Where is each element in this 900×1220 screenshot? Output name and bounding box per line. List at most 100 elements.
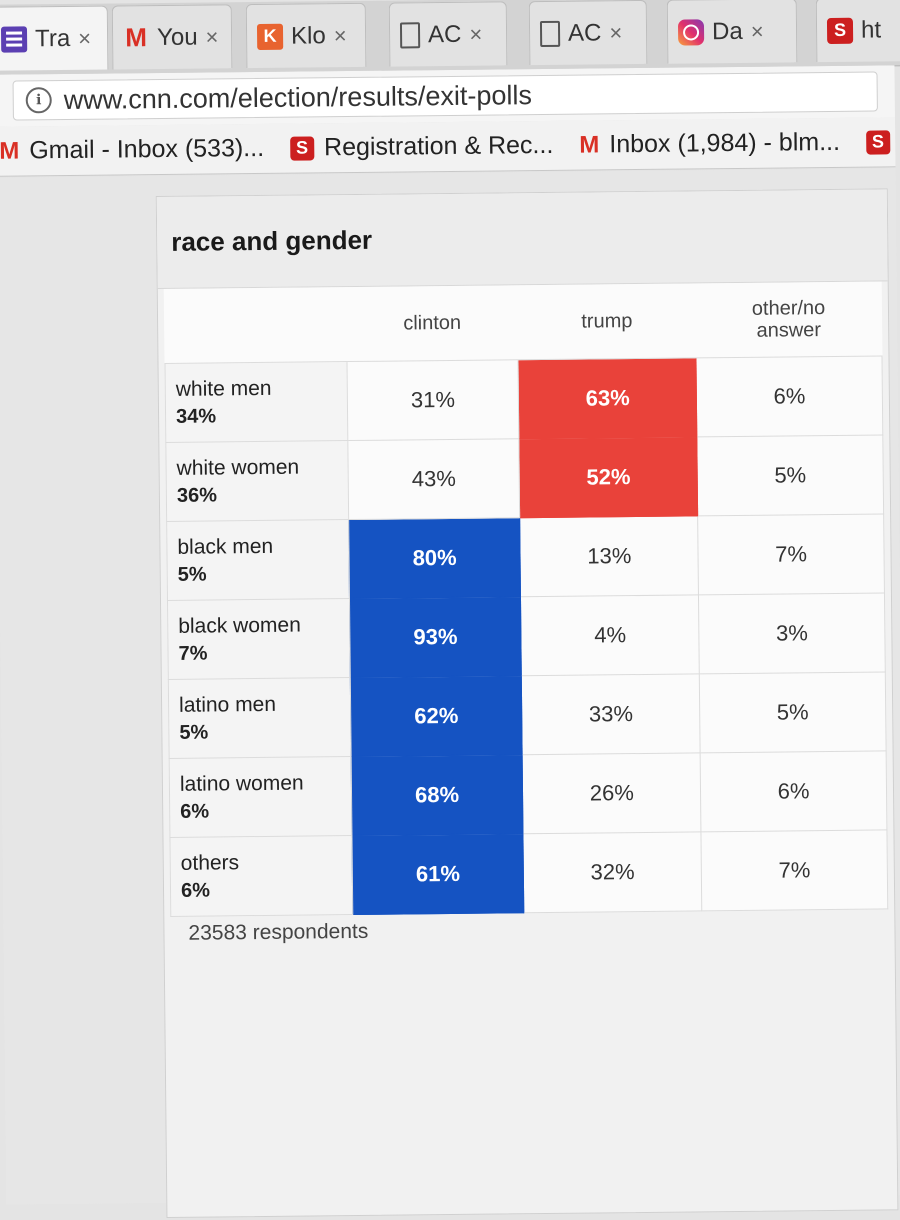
trump-value: 26% bbox=[522, 752, 702, 834]
trump-value: 52% bbox=[519, 436, 698, 518]
group-share: 6% bbox=[180, 800, 210, 823]
bookmark-label: Inbox (1,984) - blm... bbox=[609, 127, 841, 159]
group-cell: latino women 6% bbox=[169, 756, 352, 838]
column-header-trump: trump bbox=[517, 283, 697, 360]
close-icon[interactable]: × bbox=[205, 24, 218, 50]
document-icon bbox=[399, 21, 421, 48]
tab-label: You bbox=[156, 23, 198, 51]
group-share: 7% bbox=[178, 642, 208, 665]
bookmark-registration[interactable]: S Registration & Rec... bbox=[289, 130, 554, 163]
group-label: latino women bbox=[179, 771, 304, 796]
url-text[interactable]: www.cnn.com/election/results/exit-polls bbox=[64, 80, 532, 116]
address-bar: i www.cnn.com/election/results/exit-poll… bbox=[0, 65, 895, 127]
bookmark-label: Registration & Rec... bbox=[323, 130, 554, 162]
table-row: others 6% 61% 32% 7% bbox=[169, 829, 888, 917]
group-share: 34% bbox=[175, 404, 217, 428]
trump-value: 4% bbox=[520, 594, 700, 676]
poll-title: race and gender bbox=[156, 189, 888, 290]
close-icon[interactable]: × bbox=[469, 21, 482, 47]
group-cell: black women 7% bbox=[167, 598, 351, 680]
tab-label: AC bbox=[567, 18, 602, 47]
group-label: white women bbox=[176, 455, 300, 480]
ncstate-icon: S bbox=[865, 129, 891, 155]
respondent-count: 23583 respondents bbox=[188, 919, 369, 945]
column-header-group bbox=[164, 287, 347, 364]
trump-value: 33% bbox=[521, 673, 701, 755]
close-icon[interactable]: × bbox=[751, 18, 764, 44]
document-icon bbox=[539, 20, 561, 47]
group-cell: latino men 5% bbox=[168, 677, 351, 759]
bookmark-inbox[interactable]: M Inbox (1,984) - blm... bbox=[579, 128, 840, 160]
group-share: 5% bbox=[179, 721, 209, 744]
info-icon[interactable]: i bbox=[25, 87, 52, 114]
bookmark-label: Gmail - Inbox (533)... bbox=[29, 133, 265, 165]
other-value: 5% bbox=[696, 434, 884, 516]
ncstate-icon: S bbox=[826, 17, 854, 44]
poll-table: clinton trump other/no answer white men 3… bbox=[163, 281, 889, 917]
tab-label: AC bbox=[427, 20, 462, 48]
tab-label: Tra bbox=[34, 24, 71, 52]
screen: Tra × M You × K Klo × AC × AC × Da × S h… bbox=[0, 0, 900, 1219]
instagram-icon bbox=[677, 18, 705, 46]
tab-klo[interactable]: K Klo × bbox=[245, 2, 367, 69]
group-share: 5% bbox=[177, 563, 207, 586]
gmail-icon: M bbox=[125, 22, 148, 53]
tab-youtube-mail[interactable]: M You × bbox=[111, 4, 233, 70]
tab-label: ht bbox=[860, 15, 882, 44]
list-icon bbox=[0, 25, 28, 53]
close-icon[interactable]: × bbox=[334, 23, 347, 49]
tab-label: Da bbox=[711, 17, 743, 45]
url-field[interactable]: i www.cnn.com/election/results/exit-poll… bbox=[12, 71, 878, 121]
clinton-value: 62% bbox=[350, 675, 523, 757]
gmail-icon: M bbox=[0, 136, 20, 165]
group-share: 36% bbox=[176, 483, 218, 507]
gmail-icon: M bbox=[579, 130, 600, 159]
tab-ht[interactable]: S ht bbox=[815, 0, 900, 63]
clinton-value: 80% bbox=[348, 517, 521, 599]
group-cell: black men 5% bbox=[166, 519, 350, 601]
table-row: white women 36% 43% 52% 5% bbox=[165, 434, 884, 522]
exit-poll-card: race and gender clinton trump other/no a… bbox=[155, 188, 899, 1219]
table-row: latino men 5% 62% 33% 5% bbox=[168, 671, 887, 759]
group-label: latino men bbox=[178, 692, 277, 717]
other-value: 7% bbox=[701, 829, 888, 911]
trump-value: 63% bbox=[518, 357, 697, 439]
tab-da[interactable]: Da × bbox=[666, 0, 798, 64]
other-value: 3% bbox=[698, 592, 886, 674]
group-label: black men bbox=[177, 534, 274, 559]
other-value: 6% bbox=[696, 355, 883, 437]
close-icon[interactable]: × bbox=[609, 20, 622, 46]
table-row: black men 5% 80% 13% 7% bbox=[166, 513, 885, 601]
tab-ac-1[interactable]: AC × bbox=[388, 1, 508, 67]
close-icon[interactable]: × bbox=[78, 25, 91, 51]
page-content: race and gender clinton trump other/no a… bbox=[0, 168, 900, 1219]
column-header-other: other/no answer bbox=[695, 281, 882, 358]
clinton-value: 31% bbox=[346, 359, 520, 441]
group-cell: white women 36% bbox=[165, 440, 349, 522]
other-value: 7% bbox=[697, 513, 885, 595]
tab-label: Klo bbox=[290, 21, 326, 50]
tab-ac-2[interactable]: AC × bbox=[528, 0, 648, 66]
other-value: 5% bbox=[699, 671, 887, 753]
k-icon: K bbox=[256, 23, 284, 50]
column-header-clinton: clinton bbox=[345, 285, 519, 362]
clinton-value: 43% bbox=[347, 438, 521, 520]
clinton-value: 93% bbox=[349, 596, 522, 678]
group-cell: others 6% bbox=[169, 835, 353, 917]
trump-value: 13% bbox=[520, 515, 699, 597]
bookmark-gmail[interactable]: M Gmail - Inbox (533)... bbox=[0, 134, 264, 166]
table-header-row: clinton trump other/no answer bbox=[164, 281, 882, 364]
poll-table-body: white men 34% 31% 63% 6% white women 36% 43% 52%… bbox=[165, 355, 888, 917]
group-label: others bbox=[180, 850, 240, 875]
bookmark-ncstate[interactable]: S bbox=[865, 129, 891, 155]
other-value: 6% bbox=[700, 750, 887, 832]
group-label: black women bbox=[178, 613, 301, 638]
table-row: black women 7% 93% 4% 3% bbox=[167, 592, 886, 680]
group-cell: white men 34% bbox=[165, 361, 348, 443]
clinton-value: 61% bbox=[351, 833, 525, 915]
table-row: latino women 6% 68% 26% 6% bbox=[169, 750, 887, 838]
bookmarks-bar: M Gmail - Inbox (533)... S Registration … bbox=[0, 117, 896, 177]
trump-value: 32% bbox=[523, 831, 702, 913]
ncstate-icon: S bbox=[289, 135, 315, 161]
tab-tra[interactable]: Tra × bbox=[0, 5, 109, 71]
